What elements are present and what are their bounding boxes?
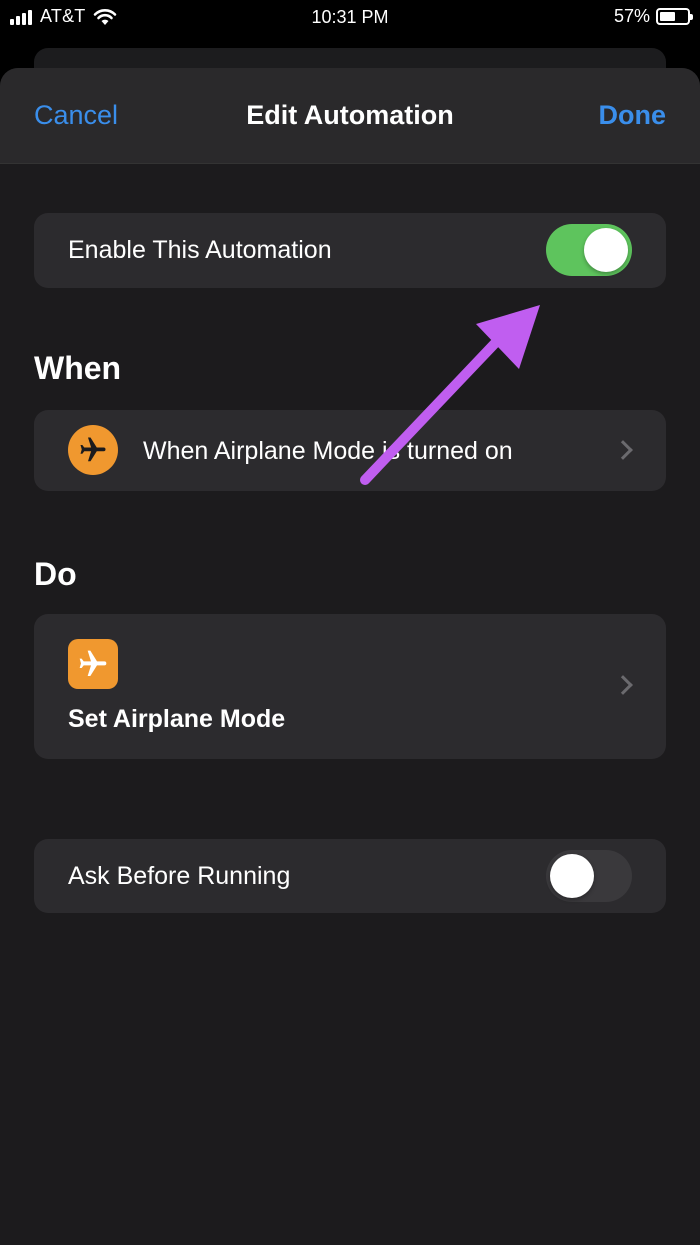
battery-fill [660,12,675,21]
ask-before-running-row: Ask Before Running [34,839,666,913]
do-action-row[interactable]: Set Airplane Mode [34,614,666,759]
enable-automation-label: Enable This Automation [68,236,332,264]
enable-automation-row: Enable This Automation [34,213,666,288]
battery-percent: 57% [613,6,650,26]
toggle-knob [584,228,628,272]
ask-before-running-toggle[interactable] [546,850,632,902]
navigation-bar: Cancel Edit Automation Done [0,68,700,164]
status-right: 57% [613,6,693,27]
ask-before-running-label: Ask Before Running [68,862,291,890]
done-button[interactable]: Done [599,100,667,131]
when-section-title: When [34,350,122,386]
do-action-label: Set Airplane Mode [68,705,286,733]
status-bar: AT&T 10:31 PM 57% [0,0,700,36]
do-section-title: Do [34,556,77,592]
chevron-right-icon [613,675,633,695]
when-trigger-row[interactable]: When Airplane Mode is turned on [34,410,666,491]
cancel-button[interactable]: Cancel [34,100,118,131]
toggle-knob [550,854,594,898]
chevron-right-icon [613,440,633,460]
battery-icon [656,8,693,25]
airplane-icon [68,425,118,475]
enable-automation-toggle[interactable] [546,224,632,276]
airplane-icon [68,639,118,689]
when-trigger-label: When Airplane Mode is turned on [143,437,513,465]
status-time: 10:31 PM [311,7,389,27]
edit-automation-sheet: Cancel Edit Automation Done Enable This … [0,68,700,1245]
